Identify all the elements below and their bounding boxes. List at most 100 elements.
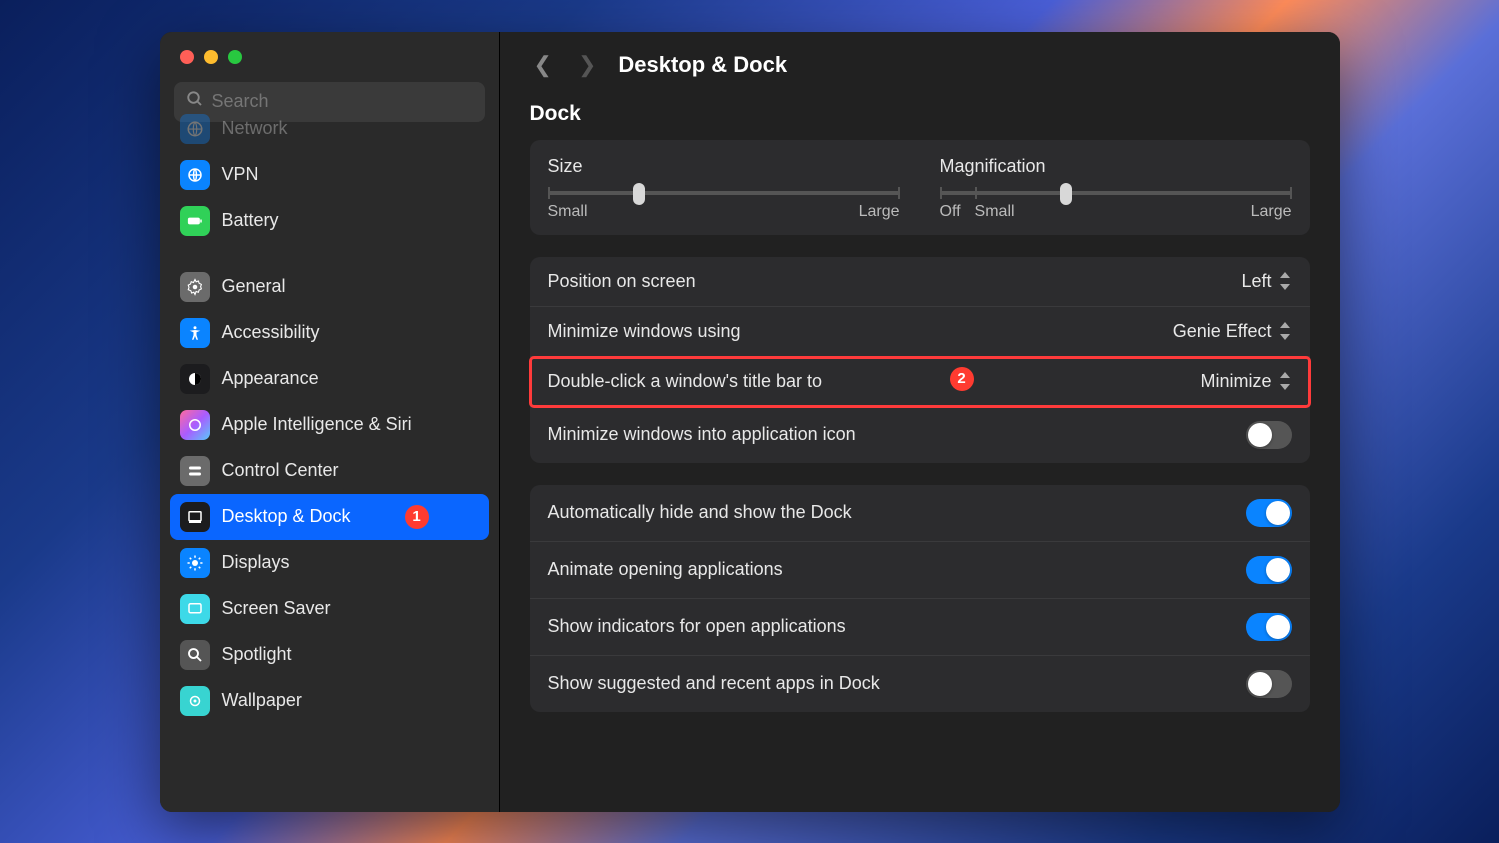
row-indicators: Show indicators for open applications (530, 599, 1310, 656)
sidebar-list: Network VPN Battery General Accessibilit… (160, 106, 499, 812)
sidebar-item-label: VPN (222, 164, 259, 185)
sidebar-item-siri[interactable]: Apple Intelligence & Siri (170, 402, 489, 448)
siri-icon (180, 410, 210, 440)
size-slider-thumb[interactable] (633, 183, 645, 205)
sidebar-item-vpn[interactable]: VPN (170, 152, 489, 198)
content-body: Dock Size Small Large (500, 92, 1340, 812)
popup-value-text: Left (1241, 271, 1271, 292)
window-controls (160, 32, 499, 74)
autohide-toggle[interactable] (1246, 499, 1292, 527)
row-label: Minimize windows using (548, 321, 741, 342)
content-pane: ❮ ❯ Desktop & Dock Dock Size (500, 32, 1340, 812)
fullscreen-button[interactable] (228, 50, 242, 64)
indicators-toggle[interactable] (1246, 613, 1292, 641)
row-label: Show indicators for open applications (548, 616, 846, 637)
annotation-badge-1: 1 (405, 505, 429, 529)
sidebar-item-screen-saver[interactable]: Screen Saver (170, 586, 489, 632)
suggested-toggle[interactable] (1246, 670, 1292, 698)
battery-icon (180, 206, 210, 236)
magnification-max-label: Large (1251, 203, 1292, 221)
screen-saver-icon (180, 594, 210, 624)
minimize-into-toggle[interactable] (1246, 421, 1292, 449)
spotlight-icon (180, 640, 210, 670)
section-title-dock: Dock (530, 102, 1310, 126)
sidebar-item-label: Screen Saver (222, 598, 331, 619)
sidebar-item-label: Battery (222, 210, 279, 231)
magnification-slider[interactable] (940, 191, 1292, 195)
minimize-using-popup[interactable]: Genie Effect (1173, 321, 1292, 342)
gear-icon (180, 272, 210, 302)
sidebar-item-label: General (222, 276, 286, 297)
animate-toggle[interactable] (1246, 556, 1292, 584)
sidebar-item-label: Displays (222, 552, 290, 573)
minimize-button[interactable] (204, 50, 218, 64)
row-double-click: Double-click a window's title bar to 2 M… (530, 357, 1310, 407)
sidebar-item-label: Network (222, 118, 288, 139)
row-label: Show suggested and recent apps in Dock (548, 673, 880, 694)
size-label: Size (548, 156, 900, 177)
panel-sliders: Size Small Large Magnification (530, 140, 1310, 235)
wallpaper-icon (180, 686, 210, 716)
magnification-min-label: Small (975, 203, 1015, 221)
size-min-label: Small (548, 203, 588, 221)
popup-value-text: Minimize (1200, 371, 1271, 392)
panel-dock-options: Position on screen Left Minimize windows… (530, 257, 1310, 463)
system-settings-window: Network VPN Battery General Accessibilit… (160, 32, 1340, 812)
magnification-slider-thumb[interactable] (1060, 183, 1072, 205)
position-popup[interactable]: Left (1241, 271, 1291, 292)
sidebar-item-label: Accessibility (222, 322, 320, 343)
sidebar-item-label: Appearance (222, 368, 319, 389)
row-position: Position on screen Left (530, 257, 1310, 307)
sidebar-item-battery[interactable]: Battery (170, 198, 489, 244)
control-center-icon (180, 456, 210, 486)
row-animate: Animate opening applications (530, 542, 1310, 599)
sidebar-item-general[interactable]: General (170, 264, 489, 310)
size-max-label: Large (859, 203, 900, 221)
sidebar: Network VPN Battery General Accessibilit… (160, 32, 500, 812)
row-label: Animate opening applications (548, 559, 783, 580)
sidebar-item-label: Desktop & Dock (222, 506, 351, 527)
appearance-icon (180, 364, 210, 394)
content-header: ❮ ❯ Desktop & Dock (500, 32, 1340, 92)
updown-icon (1278, 272, 1292, 290)
annotation-badge-2: 2 (950, 367, 974, 391)
accessibility-icon (180, 318, 210, 348)
updown-icon (1278, 372, 1292, 390)
sidebar-item-label: Wallpaper (222, 690, 302, 711)
magnification-slider-block: Magnification Off Small L (940, 156, 1292, 221)
popup-value-text: Genie Effect (1173, 321, 1272, 342)
magnification-label: Magnification (940, 156, 1292, 177)
row-minimize-using: Minimize windows using Genie Effect (530, 307, 1310, 357)
sidebar-item-wallpaper[interactable]: Wallpaper (170, 678, 489, 724)
row-label: Minimize windows into application icon (548, 424, 856, 445)
row-suggested: Show suggested and recent apps in Dock (530, 656, 1310, 712)
sidebar-item-control-center[interactable]: Control Center (170, 448, 489, 494)
sidebar-item-displays[interactable]: Displays (170, 540, 489, 586)
row-label: Automatically hide and show the Dock (548, 502, 852, 523)
double-click-popup[interactable]: Minimize (1200, 371, 1291, 392)
sidebar-item-network[interactable]: Network (170, 106, 489, 152)
back-button[interactable]: ❮ (530, 48, 556, 82)
row-label: Double-click a window's title bar to (548, 371, 823, 392)
sidebar-item-label: Apple Intelligence & Siri (222, 414, 412, 435)
updown-icon (1278, 322, 1292, 340)
panel-dock-toggles: Automatically hide and show the Dock Ani… (530, 485, 1310, 712)
sidebar-item-appearance[interactable]: Appearance (170, 356, 489, 402)
sidebar-item-desktop-dock[interactable]: Desktop & Dock 1 (170, 494, 489, 540)
size-slider-block: Size Small Large (548, 156, 900, 221)
row-minimize-into: Minimize windows into application icon (530, 407, 1310, 463)
sidebar-item-spotlight[interactable]: Spotlight (170, 632, 489, 678)
row-autohide: Automatically hide and show the Dock (530, 485, 1310, 542)
row-label: Position on screen (548, 271, 696, 292)
sidebar-item-label: Control Center (222, 460, 339, 481)
network-icon (180, 114, 210, 144)
magnification-off-label: Off (940, 203, 961, 221)
displays-icon (180, 548, 210, 578)
size-slider[interactable] (548, 191, 900, 195)
forward-button[interactable]: ❯ (574, 48, 600, 82)
globe-icon (180, 160, 210, 190)
page-title: Desktop & Dock (618, 52, 787, 78)
close-button[interactable] (180, 50, 194, 64)
sidebar-item-accessibility[interactable]: Accessibility (170, 310, 489, 356)
desktop-dock-icon (180, 502, 210, 532)
